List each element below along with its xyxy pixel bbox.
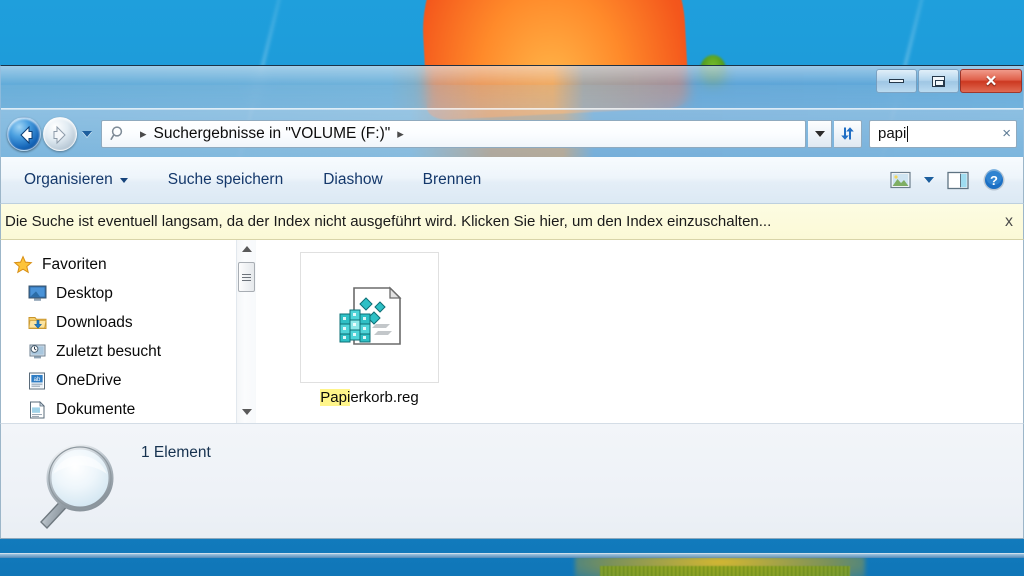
desktop-icon [27,284,47,304]
help-icon: ? [983,169,1005,191]
file-name-rest: erkorb.reg [350,389,419,406]
text-caret [907,125,909,142]
chevron-down-icon [82,130,92,137]
sidebar-item-zuletzt-besucht[interactable]: Zuletzt besucht [1,337,236,366]
chevron-down-icon [241,409,252,415]
preview-pane-icon [947,171,969,189]
wallpaper-bottom-green [600,566,850,576]
chevron-down-icon [924,177,934,183]
view-options-dropdown-button[interactable] [919,165,939,195]
search-index-notification-bar[interactable]: Die Suche ist eventuell langsam, da der … [0,204,1024,240]
chevron-up-icon [241,246,252,252]
toolbar-right-group: ? [883,165,1015,195]
sidebar-item-dokumente[interactable]: Dokumente [1,395,236,423]
file-name-label[interactable]: Papierkorb.reg [320,389,419,406]
file-list-item[interactable]: Papierkorb.reg [300,252,439,406]
notification-close-icon[interactable]: x [1003,213,1015,231]
grip-line [242,273,251,275]
help-button[interactable]: ? [977,165,1011,195]
sidebar-label: Favoriten [42,255,107,273]
scroll-down-button[interactable] [237,403,256,421]
search-icon [110,125,127,142]
breadcrumb-current-location[interactable]: Suchergebnisse in "VOLUME (F:)" [154,125,391,143]
restore-icon [932,75,945,87]
window-body: Favoriten Desktop Downloads Zuletzt besu… [0,240,1024,423]
save-search-button[interactable]: Suche speichern [159,166,292,194]
organize-button[interactable]: Organisieren [15,166,137,194]
scrollbar-thumb[interactable] [238,262,255,292]
change-view-button[interactable] [883,165,917,195]
chevron-down-icon [119,177,128,183]
slideshow-button[interactable]: Diashow [314,166,391,194]
burn-button[interactable]: Brennen [414,166,491,194]
star-icon [13,254,33,275]
address-dropdown-button[interactable] [808,119,832,148]
organize-label: Organisieren [24,171,113,188]
grip-line [242,276,251,278]
navigation-pane-scrollbar[interactable] [236,240,256,423]
sidebar-label: Desktop [56,284,113,302]
preview-pane-button[interactable] [941,165,975,195]
navigation-pane: Favoriten Desktop Downloads Zuletzt besu… [1,240,236,423]
sidebar-item-onedrive[interactable]: ab OneDrive [1,366,236,395]
file-name-highlight: Papi [320,389,351,406]
back-button[interactable] [7,116,41,151]
grip-line [242,279,251,281]
sidebar-item-downloads[interactable]: Downloads [1,308,236,337]
window-bottom-edge [0,553,1024,558]
forward-arrow-icon [53,125,66,144]
address-bar-row: ▸ Suchergebnisse in "VOLUME (F:)" ▸ papi… [0,110,1024,157]
scroll-up-button[interactable] [237,240,256,258]
file-list-view[interactable]: Papierkorb.reg [256,240,1023,423]
explorer-window: × ▸ Suchergebnisse in "VOLUME (F:)" ▸ pa… [0,65,1024,553]
sidebar-item-favoriten[interactable]: Favoriten [1,250,236,279]
svg-text:ab: ab [34,377,41,383]
minimize-icon [889,79,904,83]
title-bar[interactable]: × [0,65,1024,110]
breadcrumb-separator[interactable]: ▸ [140,127,147,140]
view-image-icon [889,171,911,189]
breadcrumb-separator-trailing[interactable]: ▸ [397,127,404,140]
onedrive-icon: ab [27,371,47,391]
svg-text:?: ? [990,173,998,188]
minimize-button[interactable] [876,69,917,93]
command-toolbar: Organisieren Suche speichern Diashow Bre… [0,157,1024,204]
sidebar-label: Dokumente [56,400,136,418]
search-input-value[interactable]: papi [878,125,906,142]
recent-places-icon [27,342,47,362]
file-thumbnail[interactable] [300,252,439,383]
search-clear-icon[interactable]: × [1002,125,1012,142]
history-dropdown-button[interactable] [79,117,95,151]
refresh-button[interactable] [834,119,862,148]
sidebar-label: Downloads [56,313,133,331]
sidebar-label: Zuletzt besucht [56,342,162,360]
downloads-folder-icon [27,313,47,333]
chevron-down-icon [814,130,825,137]
close-icon: × [985,70,997,92]
forward-button[interactable] [43,116,77,151]
status-item-count: 1 Element [141,444,211,461]
registry-file-icon [339,285,402,345]
magnifier-icon [1,430,141,538]
back-arrow-icon [20,125,33,144]
restore-button[interactable] [918,69,959,93]
address-breadcrumb-bar[interactable]: ▸ Suchergebnisse in "VOLUME (F:)" ▸ [101,119,806,148]
notification-text: Die Suche ist eventuell langsam, da der … [5,213,772,230]
documents-icon [27,400,47,420]
close-button[interactable]: × [960,69,1022,93]
search-input[interactable]: papi × [869,119,1017,148]
sidebar-item-desktop[interactable]: Desktop [1,279,236,308]
window-controls: × [876,66,1023,96]
refresh-icon [841,127,854,140]
sidebar-label: OneDrive [56,371,122,389]
status-bar: 1 Element [0,423,1024,539]
